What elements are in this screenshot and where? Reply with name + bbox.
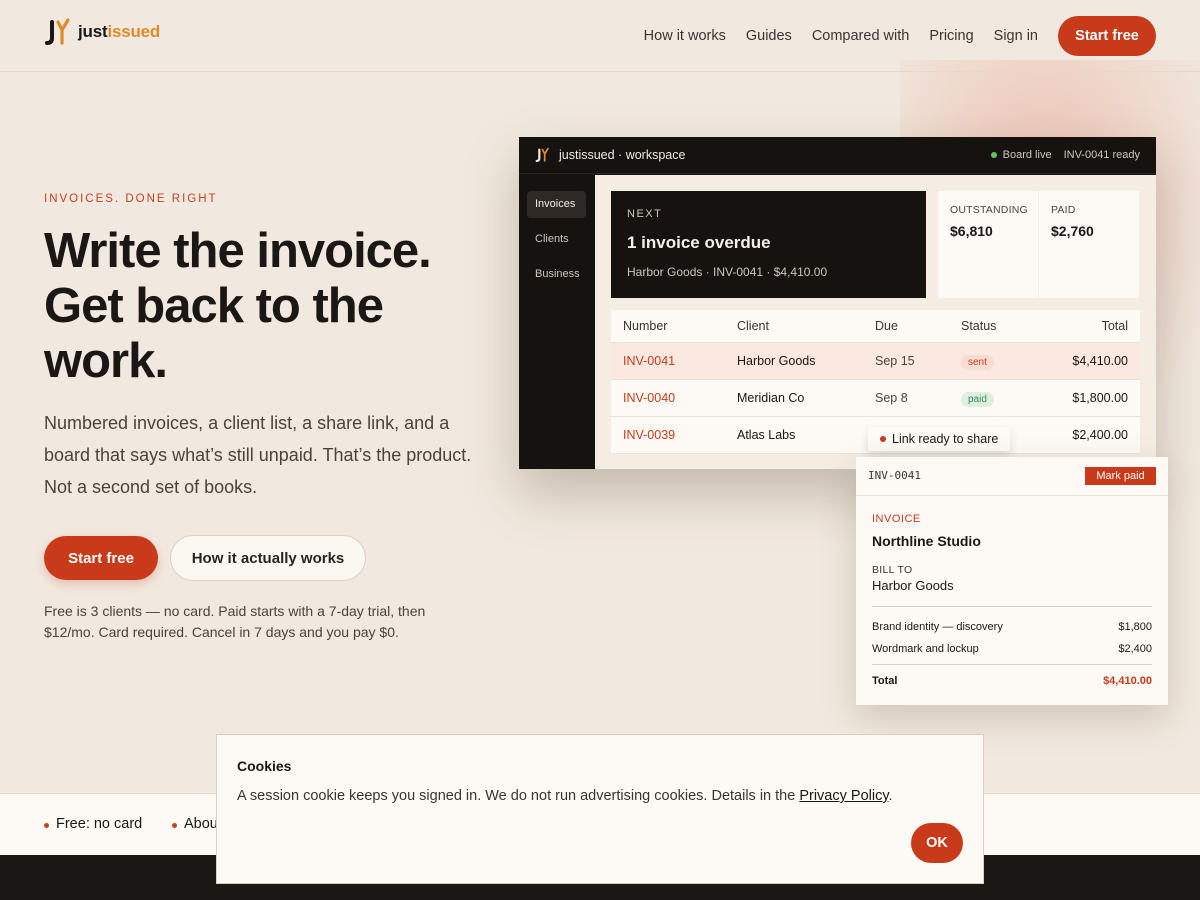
- brand-word-just: just: [78, 22, 108, 41]
- line-item: Wordmark and lockup $2,400: [872, 643, 1152, 655]
- line-item-amount: $1,800: [1118, 621, 1152, 633]
- status-board-live: Board live: [1002, 149, 1052, 161]
- invoice-total: $4,410.00: [1072, 354, 1128, 368]
- invoice-due: Sep 8: [875, 391, 908, 405]
- invoice-preview-card: INV-0041 Mark paid INVOICE Northline Stu…: [856, 457, 1168, 705]
- column-header-client[interactable]: Client: [737, 310, 769, 343]
- invoice-due: Sep 15: [875, 354, 915, 368]
- hero-start-free-button[interactable]: Start free: [44, 536, 158, 580]
- cookie-period: .: [888, 788, 893, 804]
- table-row[interactable]: INV-0040 Meridian Co Sep 8 paid $1,800.0…: [611, 380, 1140, 417]
- feature-chip: Abou: [172, 816, 218, 832]
- invoice-total: $2,400.00: [1072, 428, 1128, 442]
- invoice-client: Atlas Labs: [737, 428, 796, 442]
- invoice-total-row: Total $4,410.00: [872, 675, 1152, 687]
- hero-headline: Write the invoice. Get back to the work.: [44, 224, 432, 388]
- pricing-fine-print: Free is 3 clients — no card. Paid starts…: [44, 603, 426, 640]
- total-label: Total: [872, 675, 898, 687]
- column-header-due[interactable]: Due: [875, 310, 898, 343]
- bill-to-label: BILL TO: [872, 564, 913, 576]
- stat-outstanding: OUTSTANDING $6,810: [938, 191, 1038, 298]
- invoice-card-number: INV-0041: [868, 469, 921, 482]
- invoice-client: Meridian Co: [737, 391, 805, 405]
- sidebar-item-invoices[interactable]: Invoices: [527, 191, 586, 218]
- bill-to-client: Harbor Goods: [872, 578, 954, 593]
- app-logo-icon: [535, 147, 549, 162]
- brand-wordmark: justissued: [78, 22, 160, 42]
- nav-pricing[interactable]: Pricing: [929, 16, 973, 56]
- invoice-number[interactable]: INV-0039: [623, 417, 675, 454]
- app-main: NEXT 1 invoice overdue Harbor Goods · IN…: [595, 175, 1156, 469]
- feature-chip: Free: no card: [44, 816, 142, 832]
- invoice-total: $1,800.00: [1072, 391, 1128, 405]
- main-nav: How it works Guides Compared with Pricin…: [624, 16, 1156, 56]
- how-it-works-button[interactable]: How it actually works: [170, 535, 366, 581]
- privacy-policy-link[interactable]: Privacy Policy: [799, 788, 888, 804]
- brand-word-issued: issued: [107, 22, 161, 41]
- share-link-toast: Link ready to share: [868, 427, 1011, 451]
- header-start-free-button[interactable]: Start free: [1058, 16, 1156, 56]
- column-header-total[interactable]: Total: [1102, 310, 1128, 343]
- stat-label: PAID: [1051, 204, 1076, 216]
- site-header: justissued How it works Guides Compared …: [0, 0, 1200, 72]
- nav-sign-in[interactable]: Sign in: [994, 16, 1038, 56]
- brand-logo[interactable]: justissued: [44, 18, 160, 46]
- invoice-client: Harbor Goods: [737, 354, 816, 368]
- stat-paid: PAID $2,760: [1039, 191, 1139, 298]
- next-title: 1 invoice overdue: [627, 233, 771, 252]
- invoice-number[interactable]: INV-0041: [623, 343, 675, 380]
- divider: [872, 664, 1152, 665]
- hero-cta-row: Start free How it actually works: [44, 535, 366, 581]
- nav-how-it-works[interactable]: How it works: [644, 16, 726, 56]
- hero-eyebrow: INVOICES. DONE RIGHT: [44, 193, 218, 205]
- line-item-amount: $2,400: [1118, 643, 1152, 655]
- next-overdue-card[interactable]: NEXT 1 invoice overdue Harbor Goods · IN…: [611, 191, 926, 298]
- app-sidebar: Invoices Clients Business: [519, 175, 595, 469]
- app-preview: justissued · workspace Board live INV-00…: [519, 137, 1156, 469]
- table-row[interactable]: INV-0041 Harbor Goods Sep 15 sent $4,410…: [611, 343, 1140, 380]
- cookie-title: Cookies: [237, 758, 292, 774]
- app-topbar: justissued · workspace Board live INV-00…: [519, 137, 1156, 174]
- cookie-text: A session cookie keeps you signed in. We…: [237, 788, 893, 804]
- status-badge: sent: [961, 355, 994, 370]
- next-detail: Harbor Goods · INV-0041 · $4,410.00: [627, 265, 828, 279]
- stat-label: OUTSTANDING: [950, 204, 1028, 216]
- cookie-banner: Cookies A session cookie keeps you signe…: [216, 734, 984, 884]
- sidebar-item-business[interactable]: Business: [527, 261, 586, 288]
- divider: [872, 606, 1152, 607]
- invoice-card-top: INV-0041 Mark paid: [856, 457, 1168, 496]
- app-title: justissued · workspace: [559, 148, 686, 162]
- total-amount: $4,410.00: [1103, 675, 1152, 687]
- mark-paid-button[interactable]: Mark paid: [1085, 467, 1156, 485]
- cookie-body: A session cookie keeps you signed in. We…: [237, 788, 800, 804]
- status-dot-icon: [990, 152, 997, 158]
- stat-value: $2,760: [1051, 223, 1094, 239]
- invoice-number[interactable]: INV-0040: [623, 380, 675, 417]
- nav-compared-with[interactable]: Compared with: [812, 16, 910, 56]
- line-item-desc: Brand identity — discovery: [872, 621, 1003, 633]
- logo-mark-icon: [45, 18, 70, 45]
- app-status: Board live INV-0041 ready: [990, 149, 1140, 161]
- toast-text: Link ready to share: [892, 432, 999, 446]
- invoice-studio-name: Northline Studio: [872, 533, 981, 549]
- status-badge: paid: [961, 392, 994, 407]
- table-header-row: Number Client Due Status Total: [611, 310, 1140, 343]
- next-label: NEXT: [627, 208, 663, 220]
- stat-value: $6,810: [950, 223, 993, 239]
- sidebar-item-clients[interactable]: Clients: [527, 226, 586, 253]
- status-invoice-ready: INV-0041 ready: [1063, 149, 1140, 161]
- nav-guides[interactable]: Guides: [746, 16, 792, 56]
- line-item: Brand identity — discovery $1,800: [872, 621, 1152, 633]
- invoice-kicker: INVOICE: [872, 513, 921, 525]
- column-header-status[interactable]: Status: [961, 310, 996, 343]
- column-header-number[interactable]: Number: [623, 310, 667, 343]
- hero-subtext: Numbered invoices, a client list, a shar…: [44, 413, 472, 497]
- line-item-desc: Wordmark and lockup: [872, 643, 979, 655]
- cookie-ok-button[interactable]: OK: [911, 823, 963, 863]
- toast-dot-icon: [880, 436, 886, 442]
